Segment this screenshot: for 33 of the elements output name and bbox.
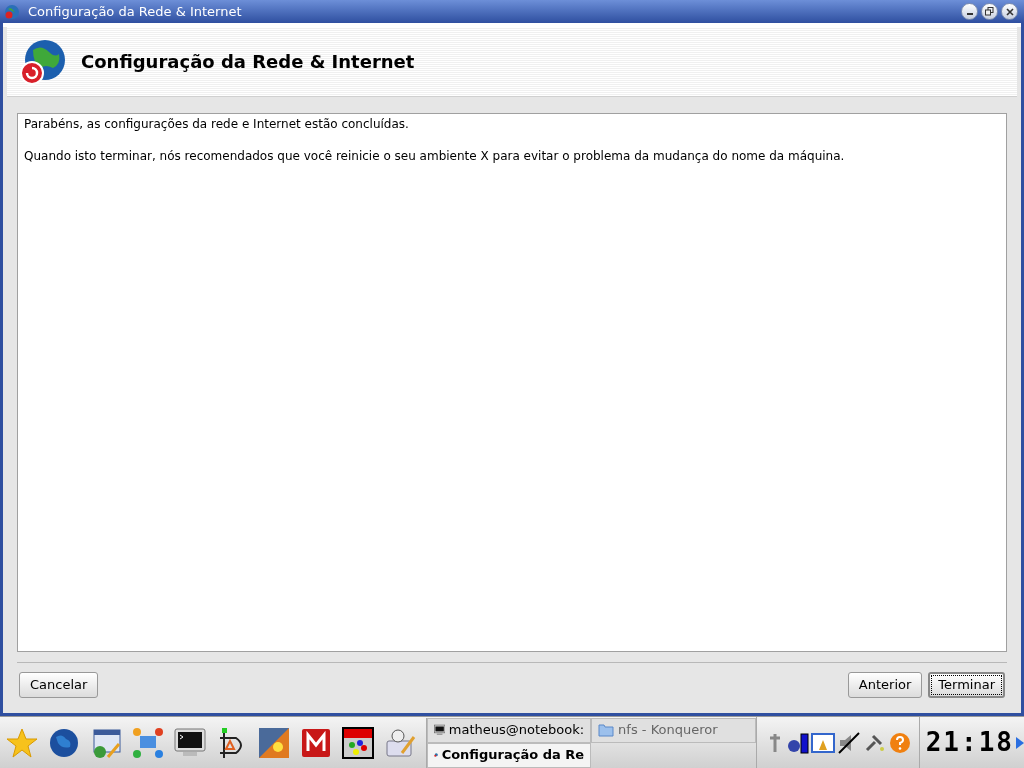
taskbar-task[interactable]: nfs - Konqueror	[591, 717, 756, 743]
minimize-button[interactable]	[961, 3, 978, 20]
clock[interactable]: 21:18	[923, 723, 1016, 762]
calendar-globe-icon[interactable]	[90, 726, 122, 759]
globe-icon	[19, 37, 67, 86]
dialog-button[interactable]: Terminar	[928, 672, 1005, 698]
dialog-button[interactable]: Anterior	[847, 672, 923, 698]
snes-emulator-icon[interactable]	[342, 726, 374, 759]
close-icon	[1005, 7, 1014, 16]
letter-m-icon[interactable]	[300, 726, 332, 759]
restore-button[interactable]	[981, 3, 998, 20]
taskbar-task[interactable]: matheus@notebook:	[426, 717, 592, 743]
network-diagram-icon[interactable]	[132, 726, 164, 759]
taskbar-task[interactable]: Configuração da Re	[426, 742, 592, 768]
muted-speaker-icon[interactable]	[836, 731, 861, 754]
battery-tray-icon[interactable]	[786, 731, 809, 754]
terminal-icon[interactable]	[174, 726, 206, 759]
dialog-button[interactable]: Cancelar	[19, 672, 99, 698]
message-text: Quando isto terminar, nós recomendados que você reinicie o seu ambiente X para evitar o problema da mudança do nome da máquina.	[24, 148, 846, 165]
calendar-tray-icon[interactable]	[810, 731, 835, 754]
close-button[interactable]	[1001, 3, 1018, 20]
message-text: Parabéns, as configurações da rede e Internet estão concluídas.	[24, 116, 410, 133]
help-icon[interactable]	[888, 731, 911, 754]
globe-icon	[4, 3, 20, 20]
window-title: Configuração da Rede & Internet	[28, 2, 243, 21]
restore-icon	[985, 7, 994, 16]
pencil-document-icon[interactable]	[384, 726, 416, 759]
expand-arrow-icon[interactable]	[1016, 736, 1024, 749]
header-title: Configuração da Rede & Internet	[81, 50, 415, 74]
terminal-icon	[433, 722, 445, 738]
star-icon[interactable]	[6, 726, 38, 759]
globe-icon[interactable]	[48, 726, 80, 759]
folder-icon	[598, 722, 615, 738]
